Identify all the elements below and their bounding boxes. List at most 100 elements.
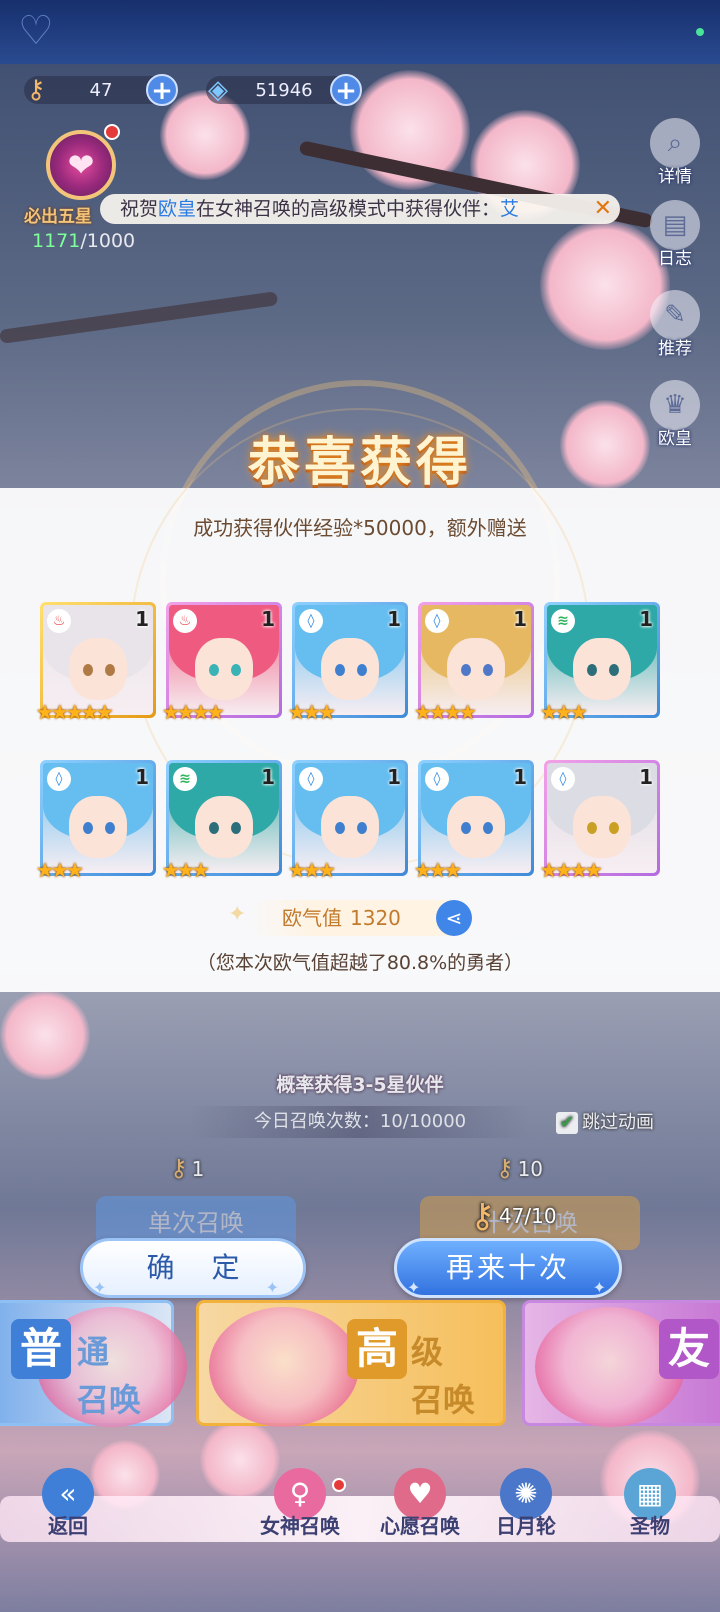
close-icon[interactable]: ✕ [594, 194, 612, 224]
share-button[interactable]: ⋖ [436, 900, 472, 936]
nav-item-relic[interactable]: ▦ 圣物 [590, 1468, 710, 1554]
water-element-icon: ◊ [299, 609, 323, 633]
portrait-eye [334, 822, 345, 835]
reward-card[interactable]: ◊ 1 ★★★ [288, 760, 408, 882]
star-rating-icon: ★★★ [414, 858, 462, 882]
portrait-face [447, 638, 505, 700]
mode-normal-summon[interactable]: 普 通 召唤 [0, 1300, 187, 1427]
reward-card[interactable]: ◊ 1 ★★★★ [414, 602, 534, 724]
nav-item-heart[interactable]: ♥ 心愿召唤 [360, 1468, 480, 1554]
book-icon: ▤ [650, 200, 700, 250]
summon-again-button[interactable]: ✦ 再来十次 ✦ [394, 1238, 622, 1298]
card-count: 1 [387, 765, 401, 789]
nav-item-back-arrow[interactable]: «返回 [8, 1468, 128, 1554]
pity-heart-icon[interactable]: ❤ [46, 130, 116, 200]
reward-card[interactable]: ≋ 1 ★★★ [540, 602, 660, 724]
pity-current: 1171 [32, 230, 81, 252]
add-gems-button[interactable]: + [330, 74, 362, 106]
heart-logo-icon: ♡ [18, 8, 54, 54]
search-icon: ⌕ [650, 118, 700, 168]
character-portrait: ◊ 1 [295, 763, 405, 873]
reward-card[interactable]: ♨ 1 ★★★★ [162, 602, 282, 724]
add-keys-button[interactable]: + [146, 74, 178, 106]
card-count: 1 [387, 607, 401, 631]
side-button-label: 详情 [658, 167, 692, 187]
gem-amount: 51946 [255, 79, 313, 101]
announcement-marquee: 祝贺欧皇在女神召唤的高级模式中获得伙伴：艾 ✕ [100, 194, 620, 224]
side-button-book[interactable]: ▤ 日志 [644, 200, 706, 270]
mode-advanced-summon[interactable]: 高 级 召唤 [196, 1300, 506, 1427]
mode-line2: 召唤 [411, 1381, 476, 1419]
summon-again-label: 再来十次 [445, 1251, 570, 1284]
nav-item-goddess[interactable]: ♀ 女神召唤 [240, 1468, 360, 1554]
water-element-icon: ◊ [425, 767, 449, 791]
reward-card[interactable]: ◊ 1 ★★★ [36, 760, 156, 882]
card-count: 1 [135, 765, 149, 789]
marquee-prefix: 祝贺 [120, 198, 159, 220]
portrait-eye [208, 822, 219, 835]
mode-friend-summon[interactable]: 友 [522, 1300, 720, 1427]
portrait-face [321, 638, 379, 700]
key-balance-value: 47/10 [498, 1204, 557, 1228]
portrait-eye [482, 822, 493, 835]
mode-big-char: 普 [11, 1319, 71, 1379]
checkbox-checked-icon[interactable]: ✔ [556, 1112, 578, 1134]
portrait-eye [586, 822, 597, 835]
gem-currency: ◈ 51946 + [206, 74, 362, 106]
water-element-icon: ◊ [551, 767, 575, 791]
portrait-face [447, 796, 505, 858]
reward-card[interactable]: ◊ 1 ★★★ [414, 760, 534, 882]
portrait-eye [82, 822, 93, 835]
portrait-face [321, 796, 379, 858]
star-rating-icon: ★★★ [288, 858, 336, 882]
star-rating-icon: ★★★ [36, 858, 84, 882]
portrait-eye [356, 664, 367, 677]
character-portrait: ♨ 1 [169, 605, 279, 715]
portrait-eye [482, 664, 493, 677]
reward-card[interactable]: ≋ 1 ★★★ [162, 760, 282, 882]
character-portrait: ≋ 1 [547, 605, 657, 715]
luck-value-bar: 欧气值 1320 [248, 900, 468, 936]
notification-dot [696, 28, 704, 36]
water-element-icon: ◊ [425, 609, 449, 633]
mode-line2: 召唤 [77, 1381, 142, 1419]
reward-card[interactable]: ◊ 1 ★★★ [288, 602, 408, 724]
pity-red-dot [104, 124, 120, 140]
water-element-icon: ◊ [299, 767, 323, 791]
portrait-eye [230, 822, 241, 835]
today-summon-count: 今日召唤次数：10/10000 [190, 1106, 530, 1138]
card-count: 1 [639, 765, 653, 789]
reward-card[interactable]: ♨ 1 ★★★★★ [36, 602, 156, 724]
share-icon: ⋖ [445, 906, 463, 930]
portrait-eye [460, 664, 471, 677]
nav-item-wheel[interactable]: ✺ 日月轮 [466, 1468, 586, 1554]
side-button-search[interactable]: ⌕ 详情 [644, 118, 706, 188]
reward-card[interactable]: ◊ 1 ★★★★ [540, 760, 660, 882]
character-portrait: ◊ 1 [43, 763, 153, 873]
card-count: 1 [261, 765, 275, 789]
portrait-eye [104, 664, 115, 677]
character-portrait: ◊ 1 [421, 605, 531, 715]
ten-cost-value: 10 [517, 1157, 544, 1181]
side-button-feather[interactable]: ✎ 推荐 [644, 290, 706, 360]
single-cost: ⚷ 1 [170, 1154, 204, 1182]
confirm-button[interactable]: ✦ 确 定 ✦ [80, 1238, 306, 1298]
marquee-reward: 艾 [500, 198, 520, 220]
pity-counter: 1171/1000 [32, 230, 135, 252]
water-element-icon: ◊ [47, 767, 71, 791]
nav-item-label: 返回 [48, 1514, 88, 1538]
star-rating-icon: ★★★★ [162, 700, 225, 724]
key-icon: ⚷ [26, 75, 46, 105]
character-portrait: ≋ 1 [169, 763, 279, 873]
star-rating-icon: ★★★ [288, 700, 336, 724]
mode-line1: 通 [77, 1333, 110, 1371]
wind-element-icon: ≋ [551, 609, 575, 633]
portrait-eye [230, 664, 241, 677]
pity-label: 必出五星 [24, 207, 92, 227]
skip-animation-toggle[interactable]: ✔ 跳过动画 [556, 1108, 654, 1134]
luck-description: （您本次欧气值超越了80.8%的勇者） [196, 952, 524, 974]
side-button-label: 推荐 [658, 339, 692, 359]
portrait-eye [208, 664, 219, 677]
marquee-text: 在女神召唤的高级模式中获得伙伴： [196, 198, 501, 220]
portrait-eye [608, 664, 619, 677]
